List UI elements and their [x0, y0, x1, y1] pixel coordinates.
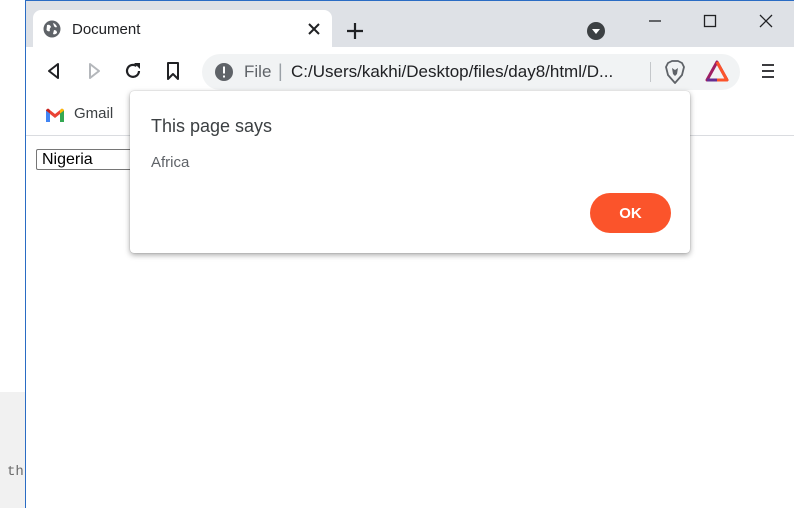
minimize-icon[interactable] — [643, 9, 667, 33]
globe-icon — [43, 20, 61, 38]
dialog-message: Africa — [151, 154, 190, 171]
browser-window: Document File | C:/Users/kakhi/Desktop/f… — [25, 0, 794, 508]
menu-icon[interactable] — [757, 60, 779, 82]
background-editor: th — [0, 0, 26, 508]
scheme-separator: | — [278, 61, 283, 81]
close-tab-icon[interactable] — [305, 20, 323, 38]
tab-strip: Document — [26, 1, 794, 47]
window-close-icon[interactable] — [754, 9, 778, 33]
scheme-label: File — [244, 62, 272, 81]
new-tab-icon[interactable] — [344, 20, 366, 42]
address-bar[interactable]: File | C:/Users/kakhi/Desktop/files/day8… — [202, 54, 740, 90]
omnibox-divider — [650, 62, 651, 82]
dialog-title: This page says — [151, 116, 273, 136]
toolbar: File | C:/Users/kakhi/Desktop/files/day8… — [26, 47, 794, 97]
brave-shields-icon[interactable] — [664, 60, 686, 84]
brave-rewards-icon[interactable] — [705, 60, 729, 82]
bookmark-icon[interactable] — [162, 60, 184, 82]
tab-title: Document — [72, 21, 141, 38]
bookmark-gmail-label[interactable]: Gmail — [74, 105, 113, 122]
alert-dialog: This page says Africa OK — [130, 91, 690, 253]
forward-icon[interactable] — [83, 60, 105, 82]
info-icon[interactable] — [214, 62, 234, 82]
maximize-icon[interactable] — [698, 9, 722, 33]
editor-code-text: th — [7, 464, 24, 480]
ok-button[interactable]: OK — [590, 193, 671, 233]
tab-search-icon[interactable] — [586, 21, 606, 41]
url-text[interactable]: C:/Users/kakhi/Desktop/files/day8/html/D… — [291, 62, 641, 82]
back-icon[interactable] — [43, 60, 65, 82]
reload-icon[interactable] — [122, 60, 144, 82]
editor-panel — [0, 392, 26, 508]
gmail-icon[interactable] — [45, 107, 65, 123]
tab-document[interactable]: Document — [33, 10, 332, 47]
